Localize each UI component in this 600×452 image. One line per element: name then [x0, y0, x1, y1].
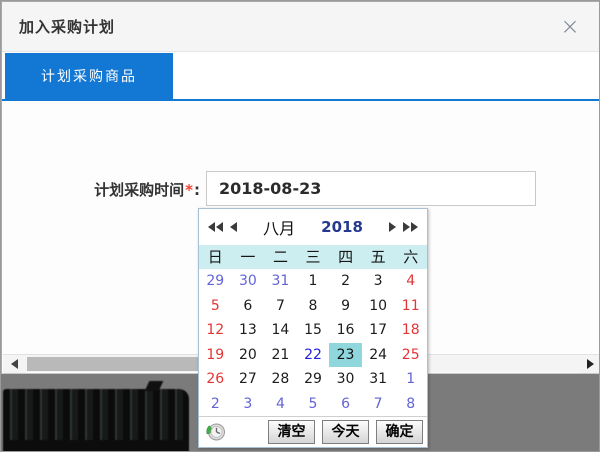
next-year-icon[interactable] [403, 222, 418, 232]
day-cell-21[interactable]: 21 [264, 343, 297, 368]
next-month-icon[interactable] [389, 222, 396, 232]
day-cell-2[interactable]: 2 [199, 392, 232, 417]
day-cell-6[interactable]: 6 [329, 392, 362, 417]
day-cell-30[interactable]: 30 [329, 367, 362, 392]
day-cell-4[interactable]: 4 [264, 392, 297, 417]
scroll-right-icon [587, 359, 594, 369]
planned-purchase-date-input[interactable] [206, 171, 536, 206]
day-cell-11[interactable]: 11 [394, 294, 427, 319]
weekday-label: 五 [362, 245, 395, 269]
day-cell-29[interactable]: 29 [199, 269, 232, 294]
day-cell-5[interactable]: 5 [199, 294, 232, 319]
day-cell-17[interactable]: 17 [362, 318, 395, 343]
day-cell-8[interactable]: 8 [394, 392, 427, 417]
weekday-label: 一 [232, 245, 265, 269]
day-cell-2[interactable]: 2 [329, 269, 362, 294]
weekday-label: 日 [199, 245, 232, 269]
calendar-nav: 八月 2018 [199, 209, 427, 245]
day-cell-18[interactable]: 18 [394, 318, 427, 343]
day-cell-9[interactable]: 9 [329, 294, 362, 319]
today-button[interactable]: 今天 [322, 420, 369, 444]
tab-planned-purchase-goods[interactable]: 计划采购商品 [5, 53, 173, 99]
required-mark: * [184, 181, 194, 199]
confirm-button[interactable]: 确定 [376, 420, 423, 444]
day-cell-27[interactable]: 27 [232, 367, 265, 392]
weekday-label: 四 [329, 245, 362, 269]
calendar-footer: 清空 今天 确定 [199, 416, 427, 447]
clock-icon[interactable] [206, 422, 226, 442]
day-cell-5[interactable]: 5 [297, 392, 330, 417]
weekday-label: 二 [264, 245, 297, 269]
week-header-row: 日一二三四五六 [199, 245, 427, 269]
date-field-label-text: 计划采购时间 [94, 181, 184, 199]
weekday-label: 三 [297, 245, 330, 269]
day-cell-16[interactable]: 16 [329, 318, 362, 343]
day-cell-13[interactable]: 13 [232, 318, 265, 343]
day-cell-6[interactable]: 6 [232, 294, 265, 319]
day-cell-19[interactable]: 19 [199, 343, 232, 368]
day-cell-1[interactable]: 1 [394, 367, 427, 392]
calendar-month-label[interactable]: 八月 [263, 215, 295, 239]
scroll-left-icon [11, 359, 18, 369]
day-cell-15[interactable]: 15 [297, 318, 330, 343]
close-icon[interactable]: × [556, 13, 584, 41]
day-cell-31[interactable]: 31 [264, 269, 297, 294]
day-cell-14[interactable]: 14 [264, 318, 297, 343]
truck-image [3, 389, 189, 452]
day-cell-12[interactable]: 12 [199, 318, 232, 343]
day-cell-3[interactable]: 3 [362, 269, 395, 294]
day-cell-20[interactable]: 20 [232, 343, 265, 368]
day-cell-23[interactable]: 23 [329, 343, 362, 368]
scroll-right-button[interactable] [579, 355, 600, 373]
day-cell-29[interactable]: 29 [297, 367, 330, 392]
date-field-label: 计划采购时间*: [2, 179, 200, 200]
day-cell-28[interactable]: 28 [264, 367, 297, 392]
day-grid: 2930311234567891011121314151617181920212… [199, 269, 427, 416]
day-cell-1[interactable]: 1 [297, 269, 330, 294]
day-cell-30[interactable]: 30 [232, 269, 265, 294]
screen: 加入采购计划 × 计划采购商品 计划采购时间*: [0, 0, 600, 452]
tab-bar: 计划采购商品 [2, 53, 600, 99]
day-cell-31[interactable]: 31 [362, 367, 395, 392]
day-cell-25[interactable]: 25 [394, 343, 427, 368]
clear-button[interactable]: 清空 [268, 420, 315, 444]
day-cell-10[interactable]: 10 [362, 294, 395, 319]
prev-year-icon[interactable] [208, 222, 223, 232]
weekday-label: 六 [394, 245, 427, 269]
day-cell-8[interactable]: 8 [297, 294, 330, 319]
day-cell-26[interactable]: 26 [199, 367, 232, 392]
day-cell-24[interactable]: 24 [362, 343, 395, 368]
day-cell-22[interactable]: 22 [297, 343, 330, 368]
calendar-year-label[interactable]: 2018 [321, 218, 363, 236]
day-cell-4[interactable]: 4 [394, 269, 427, 294]
prev-month-icon[interactable] [230, 222, 237, 232]
dialog-header: 加入采购计划 × [2, 2, 600, 52]
day-cell-3[interactable]: 3 [232, 392, 265, 417]
day-cell-7[interactable]: 7 [362, 392, 395, 417]
day-cell-7[interactable]: 7 [264, 294, 297, 319]
label-separator: : [194, 181, 200, 199]
date-picker-popup: 八月 2018 日一二三四五六 293031123456789101112131… [198, 208, 428, 448]
scroll-left-button[interactable] [3, 355, 25, 373]
dialog-title: 加入采购计划 [2, 16, 115, 37]
